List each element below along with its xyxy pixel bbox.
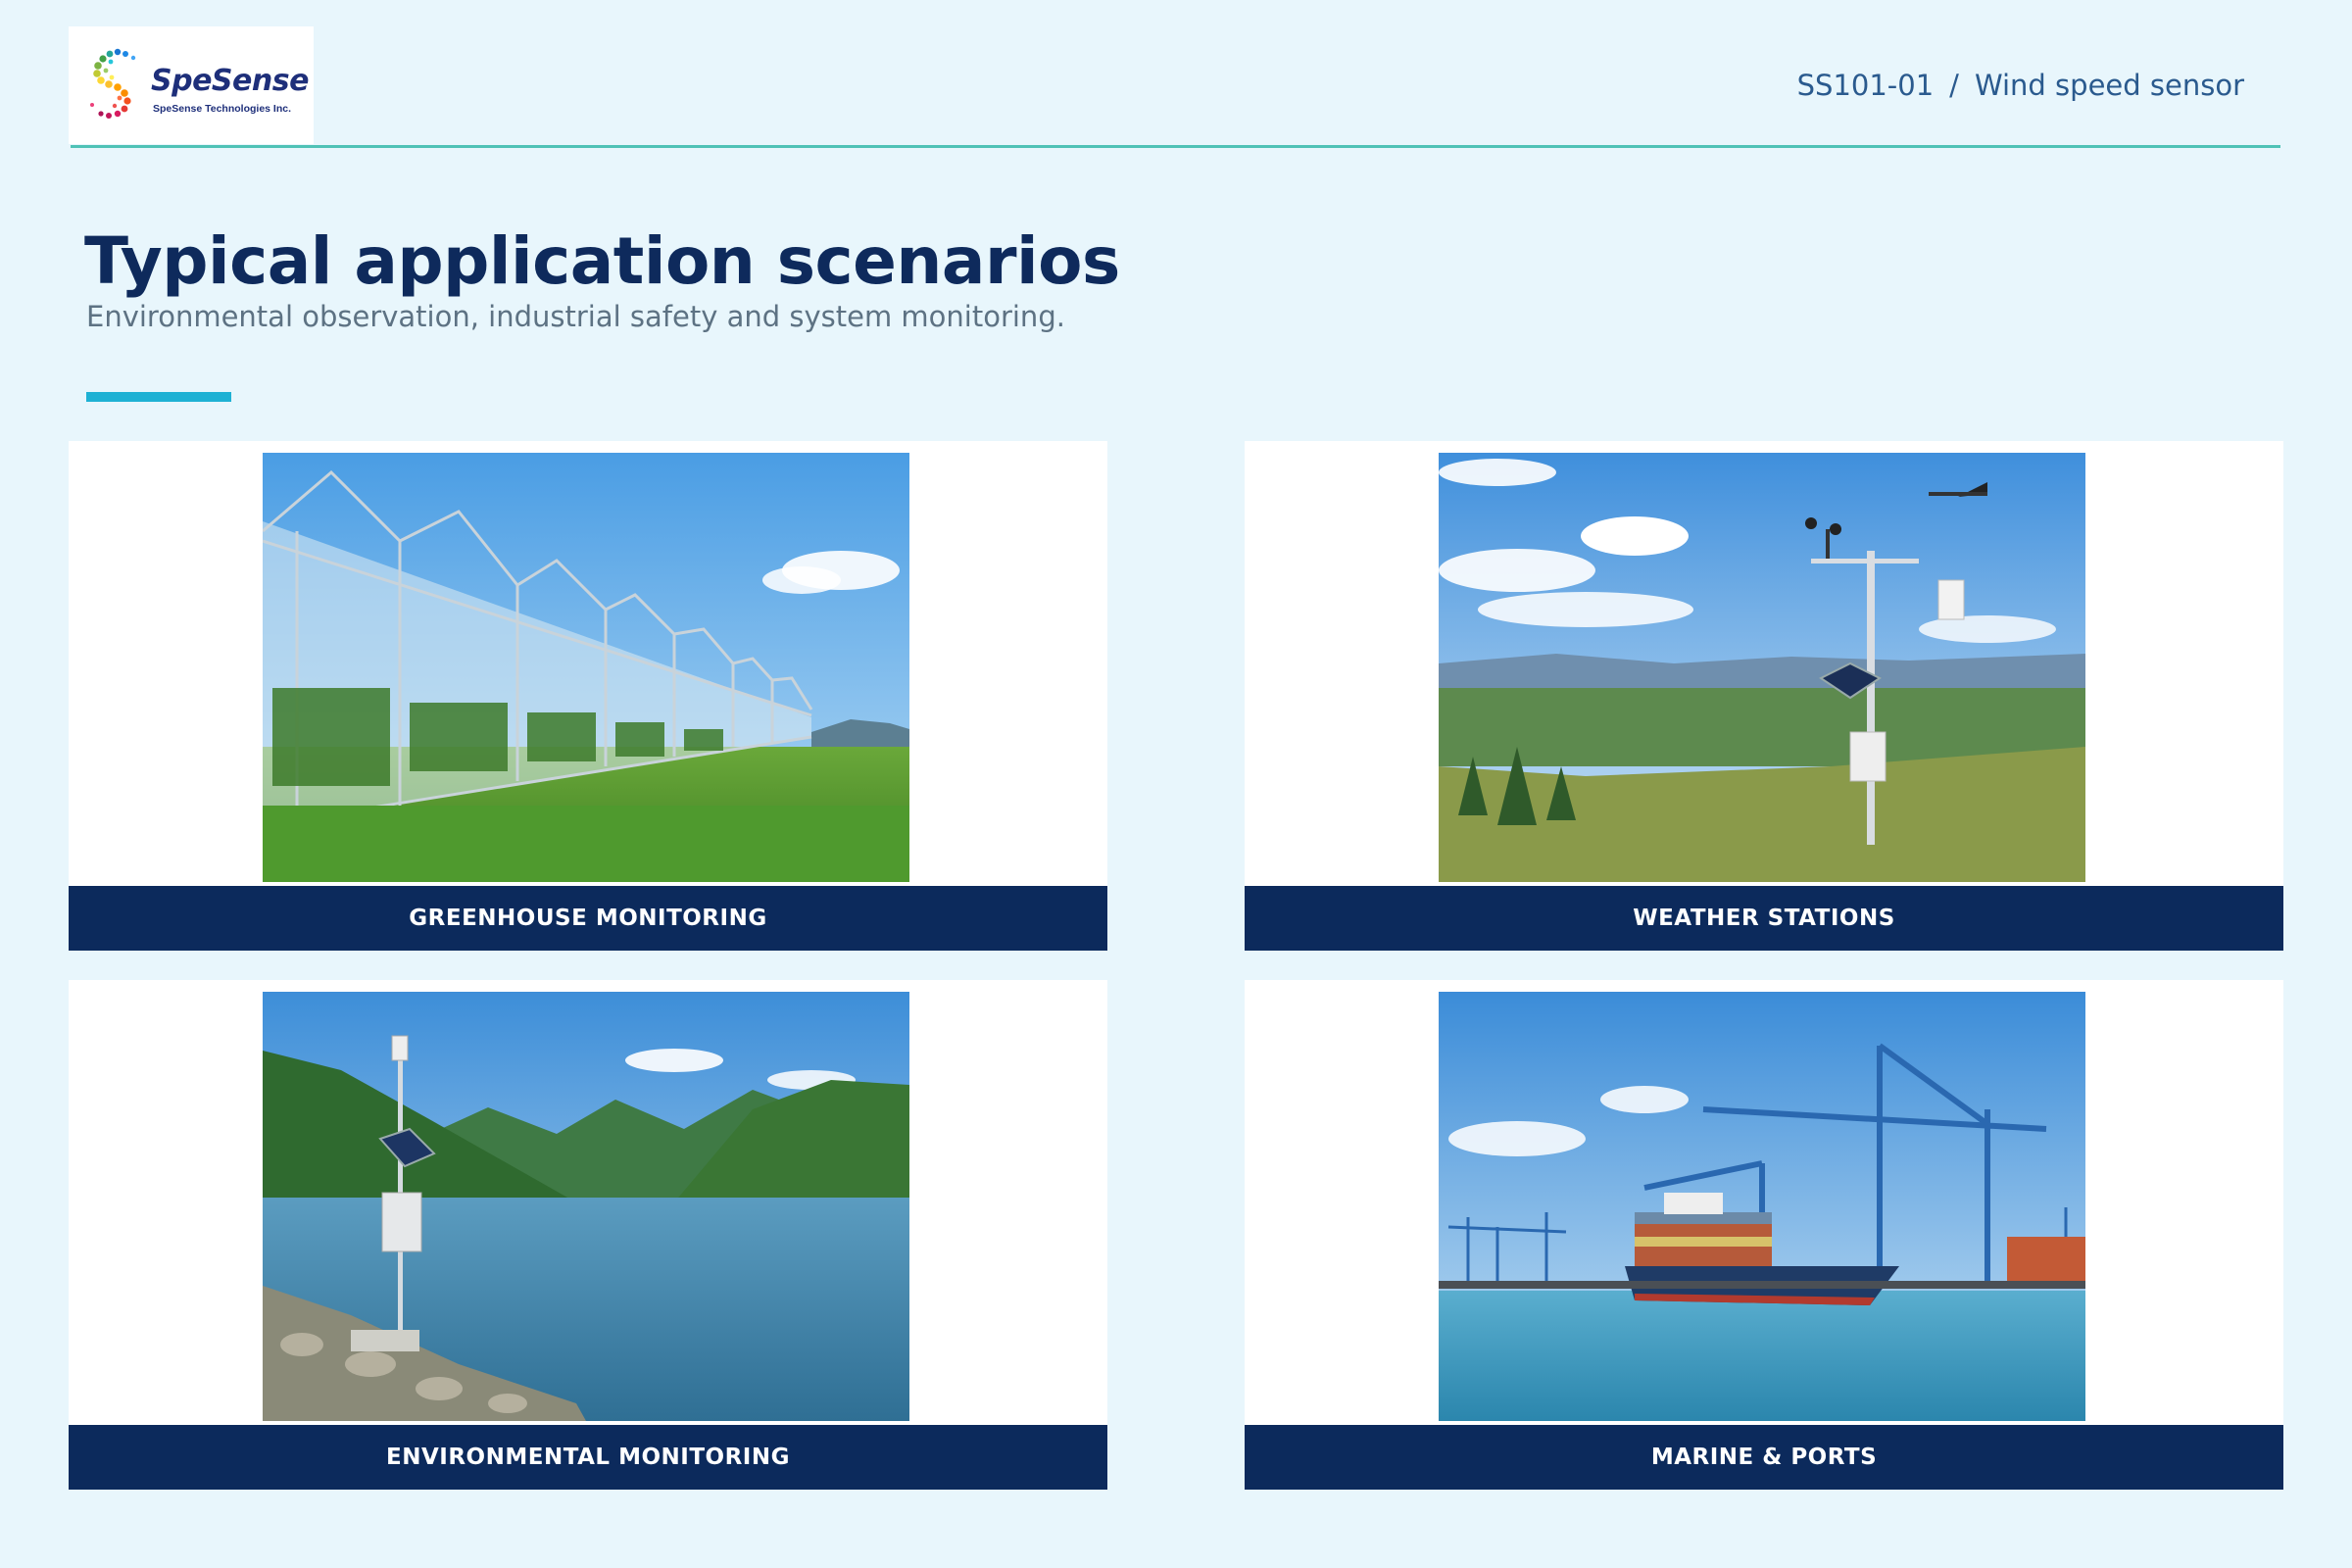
header-divider [71,145,2280,148]
container-port-photo [1439,992,2085,1421]
scenario-card-environmental-monitoring: ENVIRONMENTAL MONITORING [69,980,1107,1490]
company-logo: SpeSense SpeSense Technologies Inc. [69,26,314,144]
page-title: Typical application scenarios [84,223,1120,299]
page-subtitle: Environmental observation, industrial sa… [86,300,1065,333]
brand-name: SpeSense [151,64,309,98]
greenhouse-photo [263,453,909,882]
scenario-label: WEATHER STATIONS [1245,886,2283,951]
scenario-label: GREENHOUSE MONITORING [69,886,1107,951]
scenario-card-weather-stations: WEATHER STATIONS [1245,441,2283,951]
scenario-card-greenhouse: GREENHOUSE MONITORING [69,441,1107,951]
spiral-dots-logo-icon [90,48,136,119]
product-name: Wind speed sensor [1974,69,2244,102]
title-accent-bar [86,392,231,402]
breadcrumb-separator: / [1949,69,1959,102]
lake-monitoring-photo [263,992,909,1421]
scenario-label: ENVIRONMENTAL MONITORING [69,1425,1107,1490]
product-code: SS101-01 [1796,69,1935,102]
weather-station-photo [1439,453,2085,882]
breadcrumb: SS101-01 / Wind speed sensor [1797,69,2244,102]
company-name: SpeSense Technologies Inc. [153,103,292,115]
scenario-label: MARINE & PORTS [1245,1425,2283,1490]
scenario-card-marine-ports: MARINE & PORTS [1245,980,2283,1490]
